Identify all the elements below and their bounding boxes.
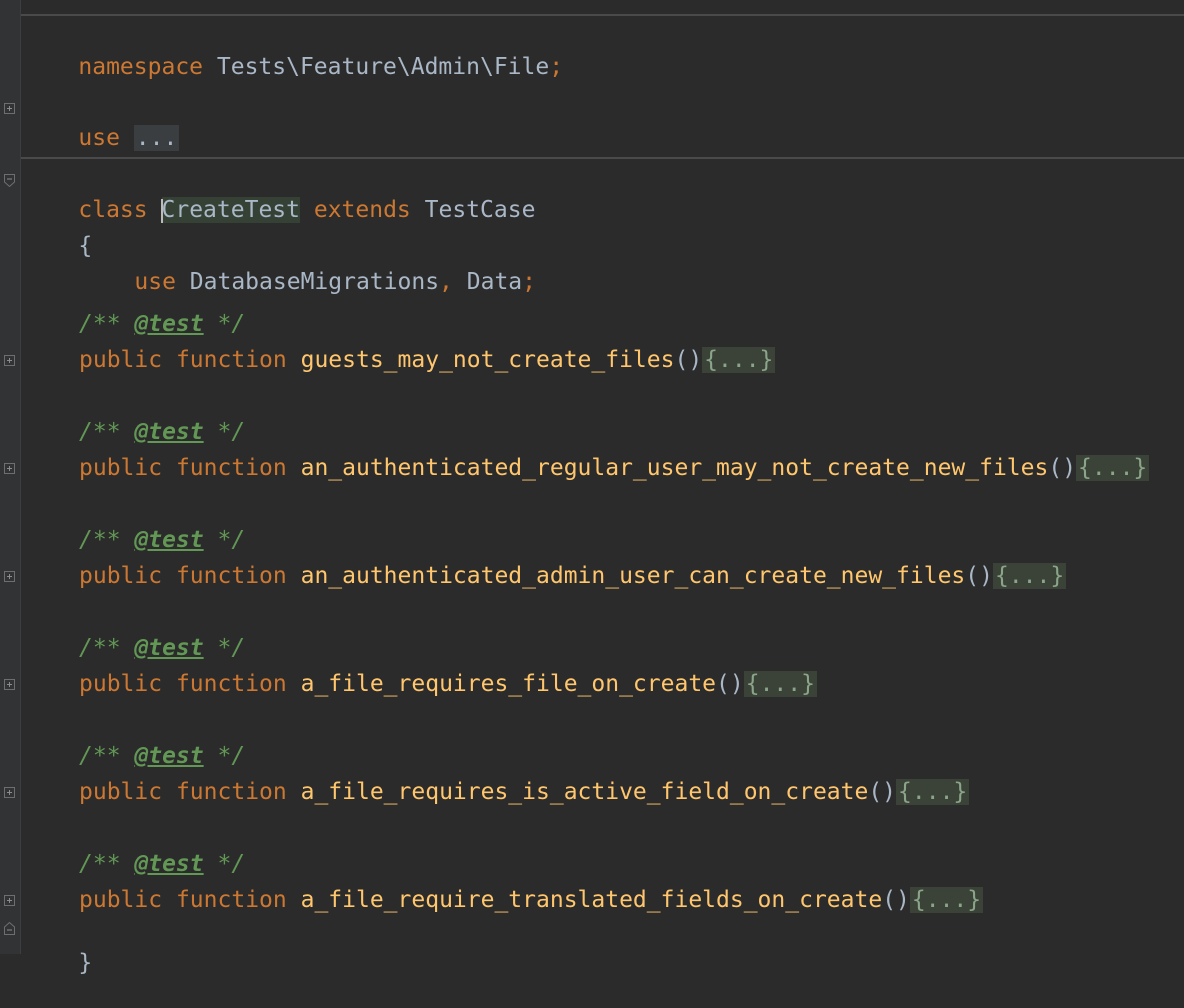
method-declaration-line[interactable]: public function guests_may_not_create_fi… bbox=[23, 345, 776, 375]
plus-fold-icon[interactable] bbox=[4, 787, 15, 798]
public-keyword: public bbox=[79, 779, 163, 805]
trait-use-keyword: use bbox=[134, 269, 176, 295]
doc-comment-close: */ bbox=[203, 419, 246, 445]
function-keyword: function bbox=[175, 779, 287, 805]
namespace-name: Tests\Feature\Admin\File bbox=[216, 54, 550, 80]
parent-class: TestCase bbox=[424, 197, 536, 223]
method-separator bbox=[21, 14, 1184, 16]
method-declaration-line[interactable]: public function an_authenticated_admin_u… bbox=[23, 561, 1067, 591]
doc-comment-line[interactable]: /** @test */ bbox=[23, 309, 245, 339]
use-imports-line[interactable]: use ... bbox=[23, 93, 180, 151]
doc-comment-close: */ bbox=[203, 527, 246, 553]
function-keyword: function bbox=[175, 455, 287, 481]
function-keyword: function bbox=[175, 563, 287, 589]
doc-comment-open: /** bbox=[79, 743, 135, 769]
method-declaration-line[interactable]: public function a_file_require_translate… bbox=[23, 885, 984, 915]
folded-method-body[interactable]: {...} bbox=[1076, 455, 1150, 481]
parentheses: () bbox=[674, 347, 703, 373]
text-caret bbox=[160, 198, 163, 223]
plus-fold-icon[interactable] bbox=[4, 463, 15, 474]
parentheses: () bbox=[965, 563, 993, 589]
public-keyword: public bbox=[79, 563, 163, 589]
doc-tag[interactable]: @test bbox=[134, 635, 203, 661]
trait-name: Data bbox=[466, 269, 523, 295]
doc-comment-open: /** bbox=[79, 311, 135, 337]
class-close-brace-line[interactable]: } bbox=[23, 918, 92, 976]
class-open-brace-line[interactable]: { bbox=[23, 201, 92, 259]
function-keyword: function bbox=[175, 887, 287, 913]
public-keyword: public bbox=[79, 455, 163, 481]
doc-comment-close: */ bbox=[203, 851, 246, 877]
method-name[interactable]: a_file_require_translated_fields_on_crea… bbox=[301, 887, 883, 913]
parentheses: () bbox=[716, 671, 744, 697]
folded-method-body[interactable]: {...} bbox=[992, 563, 1067, 589]
extends-keyword: extends bbox=[313, 197, 411, 223]
plus-fold-icon[interactable] bbox=[4, 679, 15, 690]
plus-fold-icon[interactable] bbox=[4, 355, 15, 366]
doc-comment-open: /** bbox=[79, 419, 135, 445]
minus-fold-icon[interactable] bbox=[4, 922, 15, 935]
method-name[interactable]: an_authenticated_regular_user_may_not_cr… bbox=[301, 455, 1049, 481]
doc-comment-line[interactable]: /** @test */ bbox=[23, 417, 245, 447]
method-separator bbox=[21, 157, 1184, 159]
parentheses: () bbox=[1048, 455, 1077, 481]
doc-comment-close: */ bbox=[203, 635, 246, 661]
doc-comment-close: */ bbox=[203, 311, 246, 337]
namespace-keyword: namespace bbox=[78, 54, 204, 80]
doc-tag[interactable]: @test bbox=[134, 419, 203, 445]
public-keyword: public bbox=[79, 671, 163, 697]
doc-comment-line[interactable]: /** @test */ bbox=[23, 633, 245, 663]
folded-method-body[interactable]: {...} bbox=[896, 779, 970, 805]
doc-tag[interactable]: @test bbox=[134, 851, 203, 877]
public-keyword: public bbox=[79, 347, 163, 373]
doc-comment-line[interactable]: /** @test */ bbox=[23, 525, 245, 555]
plus-fold-icon[interactable] bbox=[4, 571, 15, 582]
trait-use-line[interactable]: use DatabaseMigrations, Data; bbox=[23, 237, 536, 295]
semicolon: ; bbox=[522, 269, 537, 295]
plus-fold-icon[interactable] bbox=[4, 103, 15, 114]
doc-tag[interactable]: @test bbox=[134, 527, 203, 553]
doc-comment-close: */ bbox=[203, 743, 246, 769]
comma: , bbox=[439, 269, 453, 295]
use-keyword: use bbox=[78, 125, 120, 151]
method-declaration-line[interactable]: public function a_file_requires_is_activ… bbox=[23, 777, 970, 807]
minus-fold-icon[interactable] bbox=[4, 174, 15, 187]
doc-comment-line[interactable]: /** @test */ bbox=[23, 741, 245, 771]
method-name[interactable]: a_file_requires_is_active_field_on_creat… bbox=[301, 779, 869, 805]
parentheses: () bbox=[868, 779, 897, 805]
function-keyword: function bbox=[175, 347, 287, 373]
plus-fold-icon[interactable] bbox=[4, 895, 15, 906]
folded-method-body[interactable]: {...} bbox=[743, 671, 817, 697]
doc-tag[interactable]: @test bbox=[134, 743, 203, 769]
semicolon: ; bbox=[549, 54, 564, 80]
doc-comment-open: /** bbox=[79, 635, 135, 661]
namespace-line[interactable]: namespace Tests\Feature\Admin\File; bbox=[23, 22, 563, 80]
trait-name: DatabaseMigrations bbox=[189, 269, 440, 295]
doc-comment-line[interactable]: /** @test */ bbox=[23, 849, 245, 879]
folded-method-body[interactable]: {...} bbox=[702, 347, 776, 373]
folded-method-body[interactable]: {...} bbox=[909, 887, 984, 913]
editor-gutter bbox=[0, 0, 21, 954]
doc-tag[interactable]: @test bbox=[134, 311, 203, 337]
doc-comment-open: /** bbox=[79, 851, 135, 877]
folded-imports[interactable]: ... bbox=[133, 125, 180, 151]
class-name[interactable]: CreateTest bbox=[160, 197, 300, 223]
method-declaration-line[interactable]: public function a_file_requires_file_on_… bbox=[23, 669, 817, 699]
code-editor[interactable]: namespace Tests\Feature\Admin\File; use … bbox=[0, 0, 1184, 976]
public-keyword: public bbox=[79, 887, 163, 913]
doc-comment-open: /** bbox=[79, 527, 135, 553]
method-name[interactable]: guests_may_not_create_files bbox=[301, 347, 675, 373]
method-name[interactable]: an_authenticated_admin_user_can_create_n… bbox=[301, 563, 966, 589]
parentheses: () bbox=[882, 887, 910, 913]
method-declaration-line[interactable]: public function an_authenticated_regular… bbox=[23, 453, 1150, 483]
class-declaration-line[interactable]: class CreateTest extends TestCase bbox=[23, 165, 535, 223]
method-name[interactable]: a_file_requires_file_on_create bbox=[301, 671, 716, 697]
function-keyword: function bbox=[175, 671, 287, 697]
